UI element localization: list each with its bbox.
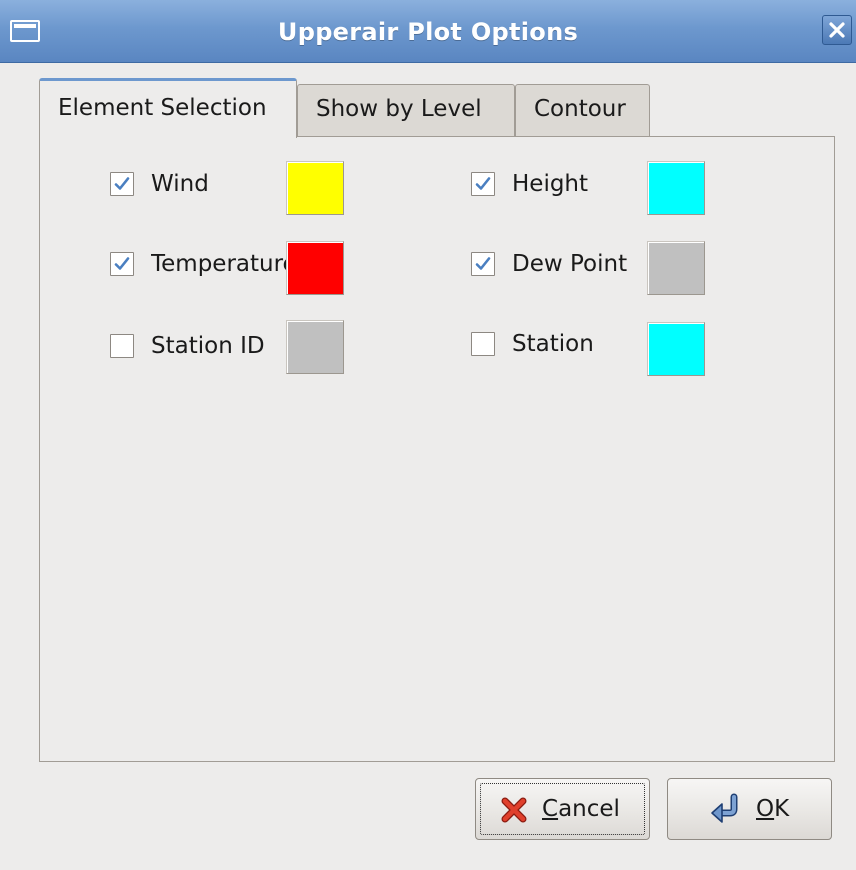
ok-label-rest: K xyxy=(774,796,790,822)
close-button[interactable] xyxy=(822,15,852,45)
height-color-button[interactable] xyxy=(647,161,705,215)
checkmark-icon xyxy=(475,257,491,270)
station-id-label: Station ID xyxy=(151,333,265,359)
tab-show-by-level[interactable]: Show by Level xyxy=(297,84,515,138)
checkmark-icon xyxy=(475,177,491,190)
cancel-mnemonic: C xyxy=(542,796,559,822)
station-id-checkbox[interactable] xyxy=(110,334,134,358)
wind-label: Wind xyxy=(151,171,209,197)
ok-button[interactable]: OK xyxy=(667,778,832,840)
height-label: Height xyxy=(512,171,589,197)
height-checkbox[interactable] xyxy=(471,172,495,196)
temperature-color-button[interactable] xyxy=(286,241,344,295)
tab-label: Show by Level xyxy=(316,96,482,122)
temperature-label: Temperature xyxy=(151,251,286,277)
cancel-button[interactable]: Cancel xyxy=(475,778,650,840)
dialog-window: Upperair Plot Options Element Selection … xyxy=(0,0,856,870)
ok-mnemonic: O xyxy=(756,796,775,822)
element-selection-panel: Wind Temperature Station ID Height Dew P… xyxy=(39,136,835,762)
window-title: Upperair Plot Options xyxy=(277,18,579,46)
tab-label: Contour xyxy=(534,96,626,122)
dew-point-label: Dew Point xyxy=(512,251,628,277)
tab-contour[interactable]: Contour xyxy=(515,84,650,138)
station-checkbox[interactable] xyxy=(471,332,495,356)
tab-element-selection[interactable]: Element Selection xyxy=(39,78,297,138)
tab-label: Element Selection xyxy=(58,95,267,121)
title-bar[interactable]: Upperair Plot Options xyxy=(0,0,856,63)
cancel-x-icon xyxy=(501,797,527,823)
checkmark-icon xyxy=(114,257,130,270)
cancel-label-rest: ancel xyxy=(558,796,620,822)
ok-label: OK xyxy=(756,794,789,824)
dew-point-color-button[interactable] xyxy=(647,241,705,295)
dew-point-checkbox[interactable] xyxy=(471,252,495,276)
station-color-button[interactable] xyxy=(647,322,705,376)
wind-checkbox[interactable] xyxy=(110,172,134,196)
ok-arrow-icon xyxy=(711,793,738,823)
wind-color-button[interactable] xyxy=(286,161,344,215)
station-label: Station xyxy=(512,331,594,357)
station-id-color-button[interactable] xyxy=(286,320,344,374)
temperature-checkbox[interactable] xyxy=(110,252,134,276)
close-icon xyxy=(829,22,845,38)
cancel-label: Cancel xyxy=(542,794,620,824)
checkmark-icon xyxy=(114,177,130,190)
